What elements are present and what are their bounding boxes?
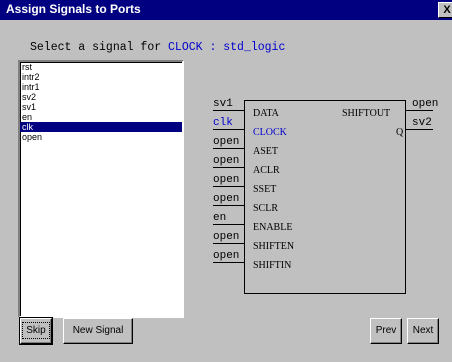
skip-button-label: Skip [22,322,50,339]
signal-list-item[interactable]: sv1 [20,102,182,112]
close-button[interactable]: X [438,2,452,18]
signal-prompt: Select a signal for CLOCK : std_logic [30,41,285,54]
signal-listbox[interactable]: rst intr2 intr1 sv2 sv1 en clk open [18,60,184,318]
prev-button[interactable]: Prev [370,318,402,344]
right-port-wire [405,129,433,130]
left-port-signal[interactable]: open [213,155,239,167]
left-port-name: SSET [253,184,277,195]
prompt-port-highlight: CLOCK : std_logic [168,41,286,54]
left-port-name: SHIFTIN [253,260,292,271]
left-port-wire [213,148,244,149]
left-port-name: ENABLE [253,222,293,233]
signal-list-item[interactable]: clk [20,122,182,132]
skip-button[interactable]: Skip [19,317,53,345]
right-port-signal[interactable]: sv2 [412,117,432,129]
left-port-wire [213,186,244,187]
left-port-name: CLOCK [253,127,287,138]
left-port-signal[interactable]: open [213,174,239,186]
right-port-name: SHIFTOUT [342,108,391,119]
left-port-wire [213,205,244,206]
right-port-wire [405,110,433,111]
left-port-wire [213,110,244,111]
left-port-name: SCLR [253,203,279,214]
left-port-name: SHIFTEN [253,241,295,252]
right-port-name: Q [396,127,404,138]
left-port-name: ACLR [253,165,280,176]
next-button[interactable]: Next [407,318,439,344]
left-port-name: DATA [253,108,279,119]
signal-list-item[interactable]: en [20,112,182,122]
left-port-signal[interactable]: open [213,250,239,262]
left-port-signal[interactable]: en [213,212,226,224]
prompt-prefix: Select a signal for [30,41,169,54]
signal-list-item[interactable]: open [20,132,182,142]
signal-list-item[interactable]: intr1 [20,82,182,92]
window-title: Assign Signals to Ports [6,2,141,16]
left-port-signal[interactable]: open [213,231,239,243]
left-port-wire [213,243,244,244]
left-port-wire [213,262,244,263]
new-signal-button[interactable]: New Signal [63,318,133,344]
left-port-signal[interactable]: open [213,193,239,205]
title-bar[interactable]: Assign Signals to Ports X [0,0,452,20]
left-port-wire [213,224,244,225]
left-port-name: ASET [253,146,278,157]
left-port-signal[interactable]: sv1 [213,98,233,110]
left-port-signal[interactable]: clk [213,117,233,129]
left-port-wire [213,167,244,168]
left-port-wire [213,129,244,130]
signal-list-item[interactable]: intr2 [20,72,182,82]
right-port-signal[interactable]: open [412,98,438,110]
signal-list-item[interactable]: sv2 [20,92,182,102]
signal-list-item[interactable]: rst [20,62,182,72]
left-port-signal[interactable]: open [213,136,239,148]
